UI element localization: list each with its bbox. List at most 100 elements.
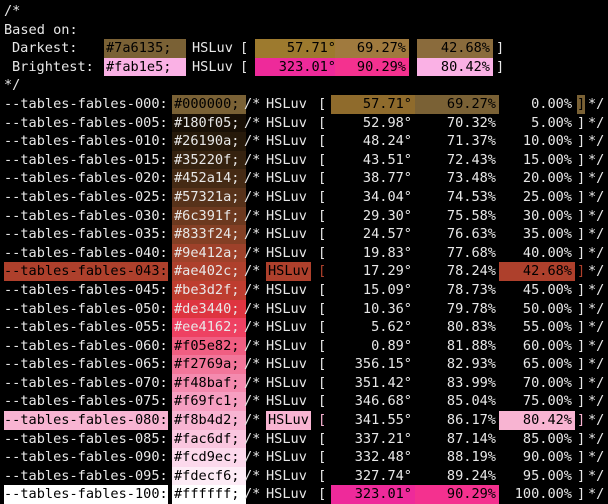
hsluv-label: HSLuv xyxy=(266,226,307,243)
table-row: --tables-fables-035: #833f24;/* HSLuv [24.5… xyxy=(4,225,608,244)
comment-close: */ xyxy=(588,151,605,168)
saturation-value: 69.27% xyxy=(415,94,499,114)
hex-swatch: #be3d2f; xyxy=(172,280,246,300)
hue-value: 337.21° xyxy=(354,430,412,447)
close-bracket: ] xyxy=(577,94,586,114)
open-bracket: [ xyxy=(318,430,327,447)
brightest-open-bracket: [ xyxy=(240,58,249,75)
variable-name: --tables-fables-025: xyxy=(4,188,168,205)
comment-close: */ xyxy=(588,95,605,112)
variable-name: --tables-fables-030: xyxy=(4,207,168,224)
darkest-close-bracket: ] xyxy=(496,40,505,57)
variable-name: --tables-fables-080: xyxy=(4,411,168,430)
hue-value: 327.74° xyxy=(354,467,412,484)
hex-swatch: #f8b4d2; xyxy=(172,411,246,430)
comment-close: */ xyxy=(588,263,605,280)
hue-value: 52.98° xyxy=(362,114,412,131)
open-bracket: [ xyxy=(318,337,327,354)
open-bracket: [ xyxy=(318,393,327,410)
hex-swatch: #fdecf6; xyxy=(172,466,246,486)
variable-name: --tables-fables-065: xyxy=(4,356,168,373)
comment-close: */ xyxy=(588,281,605,298)
hue-value: 341.55° xyxy=(354,412,412,429)
saturation-value: 73.48% xyxy=(446,170,496,187)
comment-close: */ xyxy=(588,337,605,354)
hsluv-label: HSLuv xyxy=(266,95,307,112)
saturation-value: 83.99% xyxy=(446,374,496,391)
hue-value: 17.29° xyxy=(362,263,412,280)
close-bracket: ] xyxy=(577,393,586,410)
terminal-output: /* Based on: Darkest: #7a6135; HSLuv [ 5… xyxy=(4,2,608,504)
variable-name: --tables-fables-040: xyxy=(4,244,168,261)
close-bracket: ] xyxy=(577,374,586,391)
comment-close: */ xyxy=(588,356,605,373)
hsluv-label: HSLuv xyxy=(266,114,307,131)
darkest-line: Darkest: #7a6135; HSLuv [ 57.71° 69.27% … xyxy=(4,39,608,58)
hue-value: 346.68° xyxy=(354,393,412,410)
hex-swatch: #452a14; xyxy=(172,169,246,188)
hsluv-label: HSLuv xyxy=(266,393,307,410)
open-bracket: [ xyxy=(318,412,327,429)
lightness-value: 65.00% xyxy=(522,356,572,373)
variable-name: --tables-fables-010: xyxy=(4,133,168,150)
lightness-value: 0.00% xyxy=(531,95,572,112)
close-bracket: ] xyxy=(577,188,586,205)
variable-name: --tables-fables-085: xyxy=(4,430,168,447)
variable-name: --tables-fables-070: xyxy=(4,374,168,391)
variable-name: --tables-fables-020: xyxy=(4,170,168,187)
darkest-saturation-swatch: 69.27% xyxy=(335,39,409,58)
hsluv-label: HSLuv xyxy=(266,244,307,261)
hue-value: 34.04° xyxy=(362,188,412,205)
comment-close: */ xyxy=(588,114,605,131)
lightness-value: 100.00% xyxy=(514,486,572,503)
variable-name: --tables-fables-100: xyxy=(4,485,168,504)
comment-open: /* xyxy=(244,319,261,336)
brightest-label: Brightest: xyxy=(12,58,94,75)
close-bracket: ] xyxy=(577,281,586,298)
open-bracket: [ xyxy=(318,281,327,298)
brightest-hsluv-label: HSLuv xyxy=(192,58,233,75)
comment-open: /* xyxy=(244,393,261,410)
lightness-value: 50.00% xyxy=(522,300,572,317)
hex-swatch: #ee4162; xyxy=(172,318,246,337)
lightness-value: 45.00% xyxy=(522,281,572,298)
comment-open: /* xyxy=(244,486,261,503)
hue-value: 5.62° xyxy=(371,319,412,336)
table-row: --tables-fables-045: #be3d2f;/* HSLuv [15.0… xyxy=(4,280,608,300)
comment-close: */ xyxy=(588,188,605,205)
hex-swatch: #26190a; xyxy=(172,132,246,151)
table-row: --tables-fables-030: #6c391f;/* HSLuv [29.3… xyxy=(4,206,608,226)
based-on-label: Based on: xyxy=(4,21,78,38)
lightness-value: 55.00% xyxy=(522,319,572,336)
comment-close: */ xyxy=(588,244,605,261)
close-bracket: ] xyxy=(577,467,586,484)
close-bracket: ] xyxy=(577,430,586,447)
close-bracket: ] xyxy=(577,486,586,503)
lightness-value: 10.00% xyxy=(522,133,572,150)
saturation-value: 82.93% xyxy=(446,356,496,373)
table-row: --tables-fables-020: #452a14;/* HSLuv [38.7… xyxy=(4,169,608,188)
hex-swatch: #833f24; xyxy=(172,225,246,244)
open-bracket: [ xyxy=(318,226,327,243)
close-bracket: ] xyxy=(577,412,586,429)
comment-open: /* xyxy=(244,356,261,373)
hex-swatch: #de3440; xyxy=(172,299,246,319)
saturation-value: 75.58% xyxy=(446,207,496,224)
saturation-value: 70.32% xyxy=(446,114,496,131)
comment-open: /* xyxy=(244,467,261,484)
lightness-value: 60.00% xyxy=(522,337,572,354)
open-bracket: [ xyxy=(318,95,327,112)
comment-open: /* xyxy=(244,374,261,391)
hex-swatch: #000000; xyxy=(172,94,246,114)
brightest-hue-swatch: 323.01° xyxy=(255,57,339,77)
comment-open: /* xyxy=(244,207,261,224)
hue-value: 38.77° xyxy=(362,170,412,187)
close-bracket: ] xyxy=(577,263,586,280)
open-bracket: [ xyxy=(318,170,327,187)
lightness-value: 30.00% xyxy=(522,207,572,224)
comment-open: /* xyxy=(244,412,261,429)
saturation-value: 76.63% xyxy=(446,226,496,243)
comment-open: /* xyxy=(244,263,261,280)
comment-open: /* xyxy=(244,337,261,354)
lightness-value: 35.00% xyxy=(522,226,572,243)
